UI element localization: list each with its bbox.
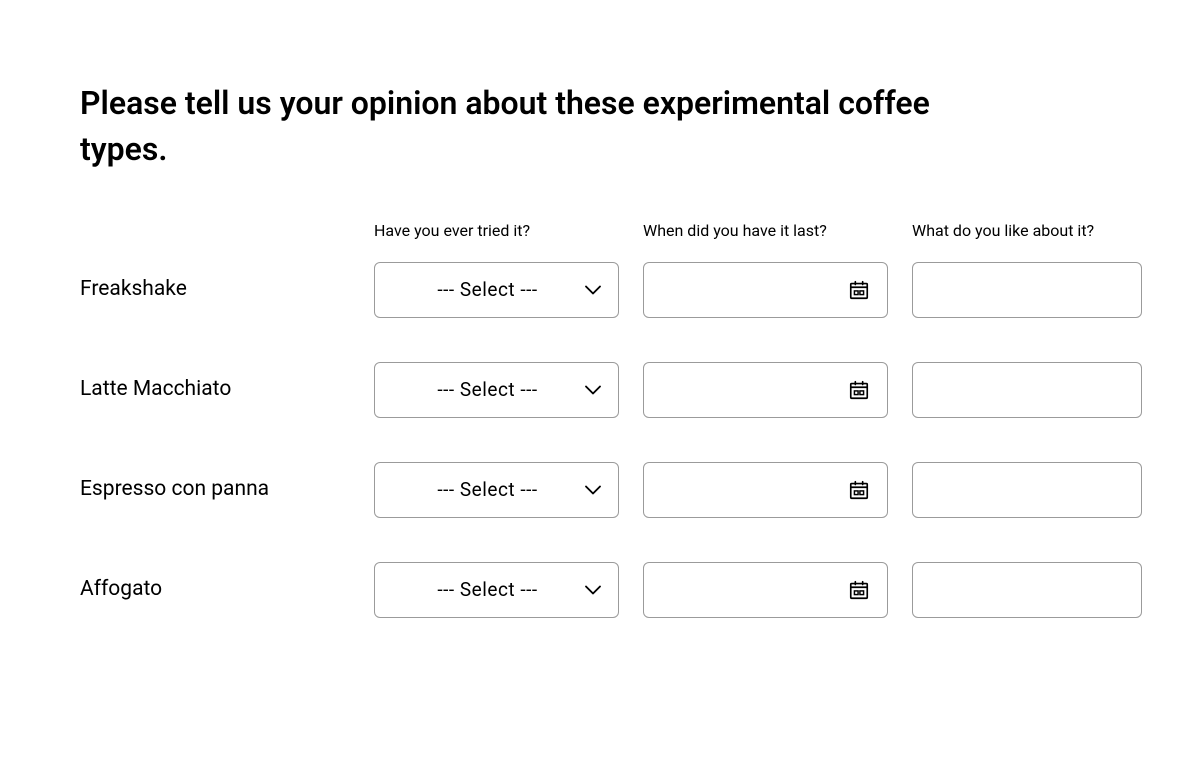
like-text-input[interactable] [912,462,1142,518]
row-label: Affogato [80,554,350,625]
calendar-icon [847,578,871,602]
last-date-input[interactable] [643,362,888,418]
row-label-text: Freakshake [80,276,187,303]
select-placeholder: --- Select --- [391,478,584,501]
survey-grid: Have you ever tried it? When did you hav… [80,221,1104,640]
column-header-like: What do you like about it? [912,221,1142,240]
chevron-down-icon [584,481,602,499]
row-label: Freakshake [80,254,350,325]
select-placeholder: --- Select --- [391,378,584,401]
last-date-input[interactable] [643,262,888,318]
last-date-input[interactable] [643,462,888,518]
row-label: Latte Macchiato [80,354,350,425]
last-date-input[interactable] [643,562,888,618]
row-label: Espresso con panna [80,454,350,525]
calendar-icon [847,478,871,502]
like-text-input[interactable] [912,262,1142,318]
calendar-icon [847,278,871,302]
column-header-tried: Have you ever tried it? [374,221,619,240]
select-placeholder: --- Select --- [391,278,584,301]
row-label-text: Affogato [80,576,162,603]
tried-select[interactable]: --- Select --- [374,562,619,618]
like-text-input[interactable] [912,562,1142,618]
form-heading: Please tell us your opinion about these … [80,80,960,173]
select-placeholder: --- Select --- [391,578,584,601]
chevron-down-icon [584,381,602,399]
tried-select[interactable]: --- Select --- [374,362,619,418]
chevron-down-icon [584,281,602,299]
row-label-text: Espresso con panna [80,476,269,503]
tried-select[interactable]: --- Select --- [374,462,619,518]
column-header-last: When did you have it last? [643,221,888,240]
tried-select[interactable]: --- Select --- [374,262,619,318]
row-label-text: Latte Macchiato [80,376,231,403]
like-text-input[interactable] [912,362,1142,418]
calendar-icon [847,378,871,402]
chevron-down-icon [584,581,602,599]
